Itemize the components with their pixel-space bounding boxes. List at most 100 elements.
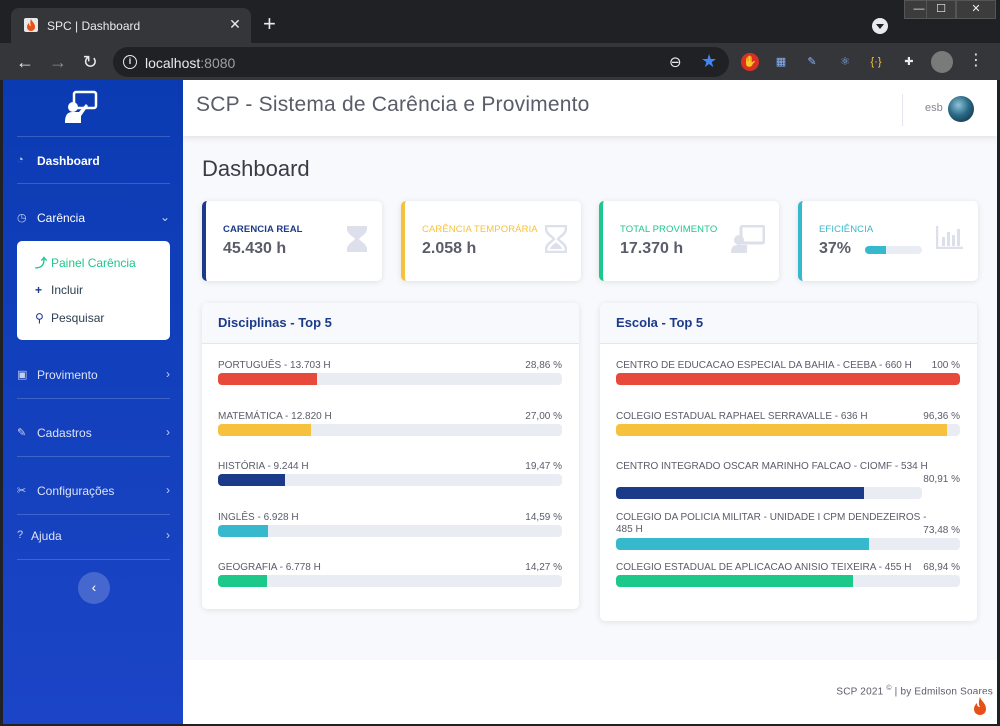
progress-label: CENTRO DE EDUCACAO ESPECIAL DA BAHIA - C… (616, 360, 912, 371)
kpi-value: 37% (819, 240, 852, 257)
chevron-right-icon: › (166, 367, 170, 381)
panel-title: Disciplinas - Top 5 (218, 315, 332, 330)
progress-track (616, 423, 960, 436)
footer-app: SCP 2021 (836, 686, 884, 698)
browser-profile-avatar[interactable] (931, 51, 953, 73)
browser-menu-icon[interactable]: ⋮ (968, 52, 984, 70)
plus-icon: + (35, 283, 43, 297)
progress-percent: 73,48 % (923, 524, 960, 536)
react-extension-icon[interactable]: ⚛ (836, 53, 854, 71)
progress-percent: 100 % (931, 360, 960, 371)
tab-search-icon[interactable] (872, 18, 888, 34)
sidebar-item-ajuda[interactable]: ? Ajuda › (17, 526, 170, 546)
stop-hand-extension-icon[interactable]: ✋ (741, 53, 759, 71)
progress-track (616, 575, 960, 587)
submenu-item-pesquisar[interactable]: ⚲ Pesquisar (35, 311, 104, 325)
efficiency-progress-bar (865, 246, 922, 254)
grid-extension-icon[interactable]: ▦ (772, 53, 790, 71)
panel-header: Disciplinas - Top 5 (202, 303, 579, 344)
tools-icon: ✂ (17, 485, 27, 497)
progress-percent: 96,36 % (923, 410, 960, 422)
zoom-icon[interactable]: ⊖ (669, 53, 682, 71)
reload-icon[interactable]: ↻ (79, 51, 101, 73)
progress-row: COLEGIO ESTADUAL DE APLICACAO ANISIO TEI… (616, 562, 960, 592)
progress-row: COLEGIO ESTADUAL RAPHAEL SERRAVALLE - 63… (616, 411, 960, 441)
progress-label: HISTÓRIA - 9.244 h (218, 461, 309, 472)
progress-percent: 80,91 % (923, 474, 960, 485)
submenu-item-painel[interactable]: ⤴ Painel Carência (35, 254, 136, 271)
line-chart-icon: ⤴ (35, 256, 48, 270)
sidebar-divider (17, 398, 170, 399)
chevron-right-icon: › (166, 425, 170, 439)
forward-arrow-icon[interactable]: → (47, 51, 69, 73)
kpi-card-total-provimento: TOTAL PROVIMENTO 17.370 h (599, 201, 779, 281)
panel-header: Escola - Top 5 (600, 303, 977, 344)
progress-track (218, 524, 562, 537)
sidebar-item-provimento[interactable]: ▣ Provimento › (17, 365, 170, 385)
progress-fill (218, 524, 269, 537)
fire-icon[interactable] (968, 694, 992, 718)
user-name[interactable]: esb (925, 102, 943, 114)
progress-track (218, 373, 562, 385)
extensions-puzzle-icon[interactable]: ✚ (900, 53, 918, 71)
submenu-item-incluir[interactable]: + Incluir (35, 283, 83, 297)
progress-row: GEOGRAFIA - 6.778 h 14,27 % (218, 562, 562, 592)
progress-track (616, 373, 960, 385)
sidebar-toggle-button[interactable]: ‹ (78, 572, 110, 604)
user-avatar[interactable] (948, 96, 974, 122)
site-info-icon[interactable]: i (123, 55, 137, 69)
sidebar-item-dashboard[interactable]: ◔ Dashboard (17, 151, 170, 171)
sidebar-divider (17, 456, 170, 457)
progress-row: COLEGIO DA POLICIA MILITAR - UNIDADE I C… (616, 512, 960, 550)
progress-fill (616, 575, 854, 587)
kpi-card-eficiencia: EFICIÊNCIA 37% (798, 201, 978, 281)
sidebar-item-carencia[interactable]: ◷ Carência ⌄ (17, 208, 170, 228)
progress-row: CENTRO INTEGRADO OSCAR MARINHO FALCAO - … (616, 461, 960, 499)
progress-track (616, 537, 960, 550)
bar-chart-icon (935, 225, 964, 254)
close-window-button[interactable]: ✕ (956, 0, 996, 19)
url-text[interactable]: localhost:8080 (145, 55, 235, 71)
color-picker-extension-icon[interactable]: ✎ (803, 53, 821, 71)
code-extension-icon[interactable]: {·} (867, 53, 885, 71)
sidebar-brand[interactable] (3, 80, 183, 136)
sidebar-item-cadastros[interactable]: ✎ Cadastros › (17, 423, 170, 443)
progress-percent: 28,86 % (525, 360, 562, 371)
sidebar-item-configuracoes[interactable]: ✂ Configurações › (17, 481, 170, 501)
progress-fill (218, 373, 318, 385)
browser-tab[interactable]: SPC | Dashboard ✕ (11, 8, 251, 43)
progress-fill (616, 423, 948, 436)
url-host: localhost (145, 55, 201, 71)
back-arrow-icon[interactable]: ← (14, 51, 36, 73)
chevron-down-icon: ⌄ (159, 210, 170, 224)
escolas-panel: Escola - Top 5 CENTRO DE EDUCACAO ESPECI… (600, 303, 977, 621)
sidebar-item-label: Carência (37, 211, 86, 225)
address-bar[interactable]: i localhost:8080 ⊖ ★ (113, 47, 729, 77)
progress-track (218, 423, 562, 436)
fire-favicon-icon (24, 18, 38, 32)
progress-fill (616, 487, 864, 499)
hourglass-half-icon (544, 224, 568, 258)
bookmark-star-icon[interactable]: ★ (701, 51, 717, 72)
sidebar-divider (17, 183, 170, 184)
new-tab-button[interactable]: + (263, 13, 276, 35)
app-title: SCP - Sistema de Carência e Provimento (196, 93, 590, 116)
sidebar: ◔ Dashboard ◷ Carência ⌄ ⤴ Painel Carênci… (3, 80, 183, 724)
browser-tab-bar: SPC | Dashboard ✕ + — ☐ ✕ (0, 0, 1000, 43)
progress-label: CENTRO INTEGRADO OSCAR MARINHO FALCAO - … (616, 461, 928, 472)
sidebar-item-label: Provimento (37, 368, 98, 382)
panel-title: Escola - Top 5 (616, 315, 704, 330)
progress-track (218, 474, 562, 486)
progress-fill (616, 537, 869, 550)
kpi-card-carencia-temporaria: CARÊNCIA TEMPORÁRIA 2.058 h (401, 201, 581, 281)
maximize-window-button[interactable]: ☐ (926, 0, 956, 19)
submenu-label: Pesquisar (51, 311, 105, 325)
close-tab-icon[interactable]: ✕ (227, 16, 243, 32)
progress-percent: 14,59 % (525, 511, 562, 523)
tachometer-icon: ◔ (17, 154, 24, 166)
kpi-value: 17.370 h (620, 240, 684, 257)
kpi-label: CARENCIA REAL (223, 224, 303, 235)
page-title: Dashboard (202, 156, 310, 181)
progress-row: CENTRO DE EDUCACAO ESPECIAL DA BAHIA - C… (616, 360, 960, 390)
kpi-label: CARÊNCIA TEMPORÁRIA (422, 224, 538, 235)
